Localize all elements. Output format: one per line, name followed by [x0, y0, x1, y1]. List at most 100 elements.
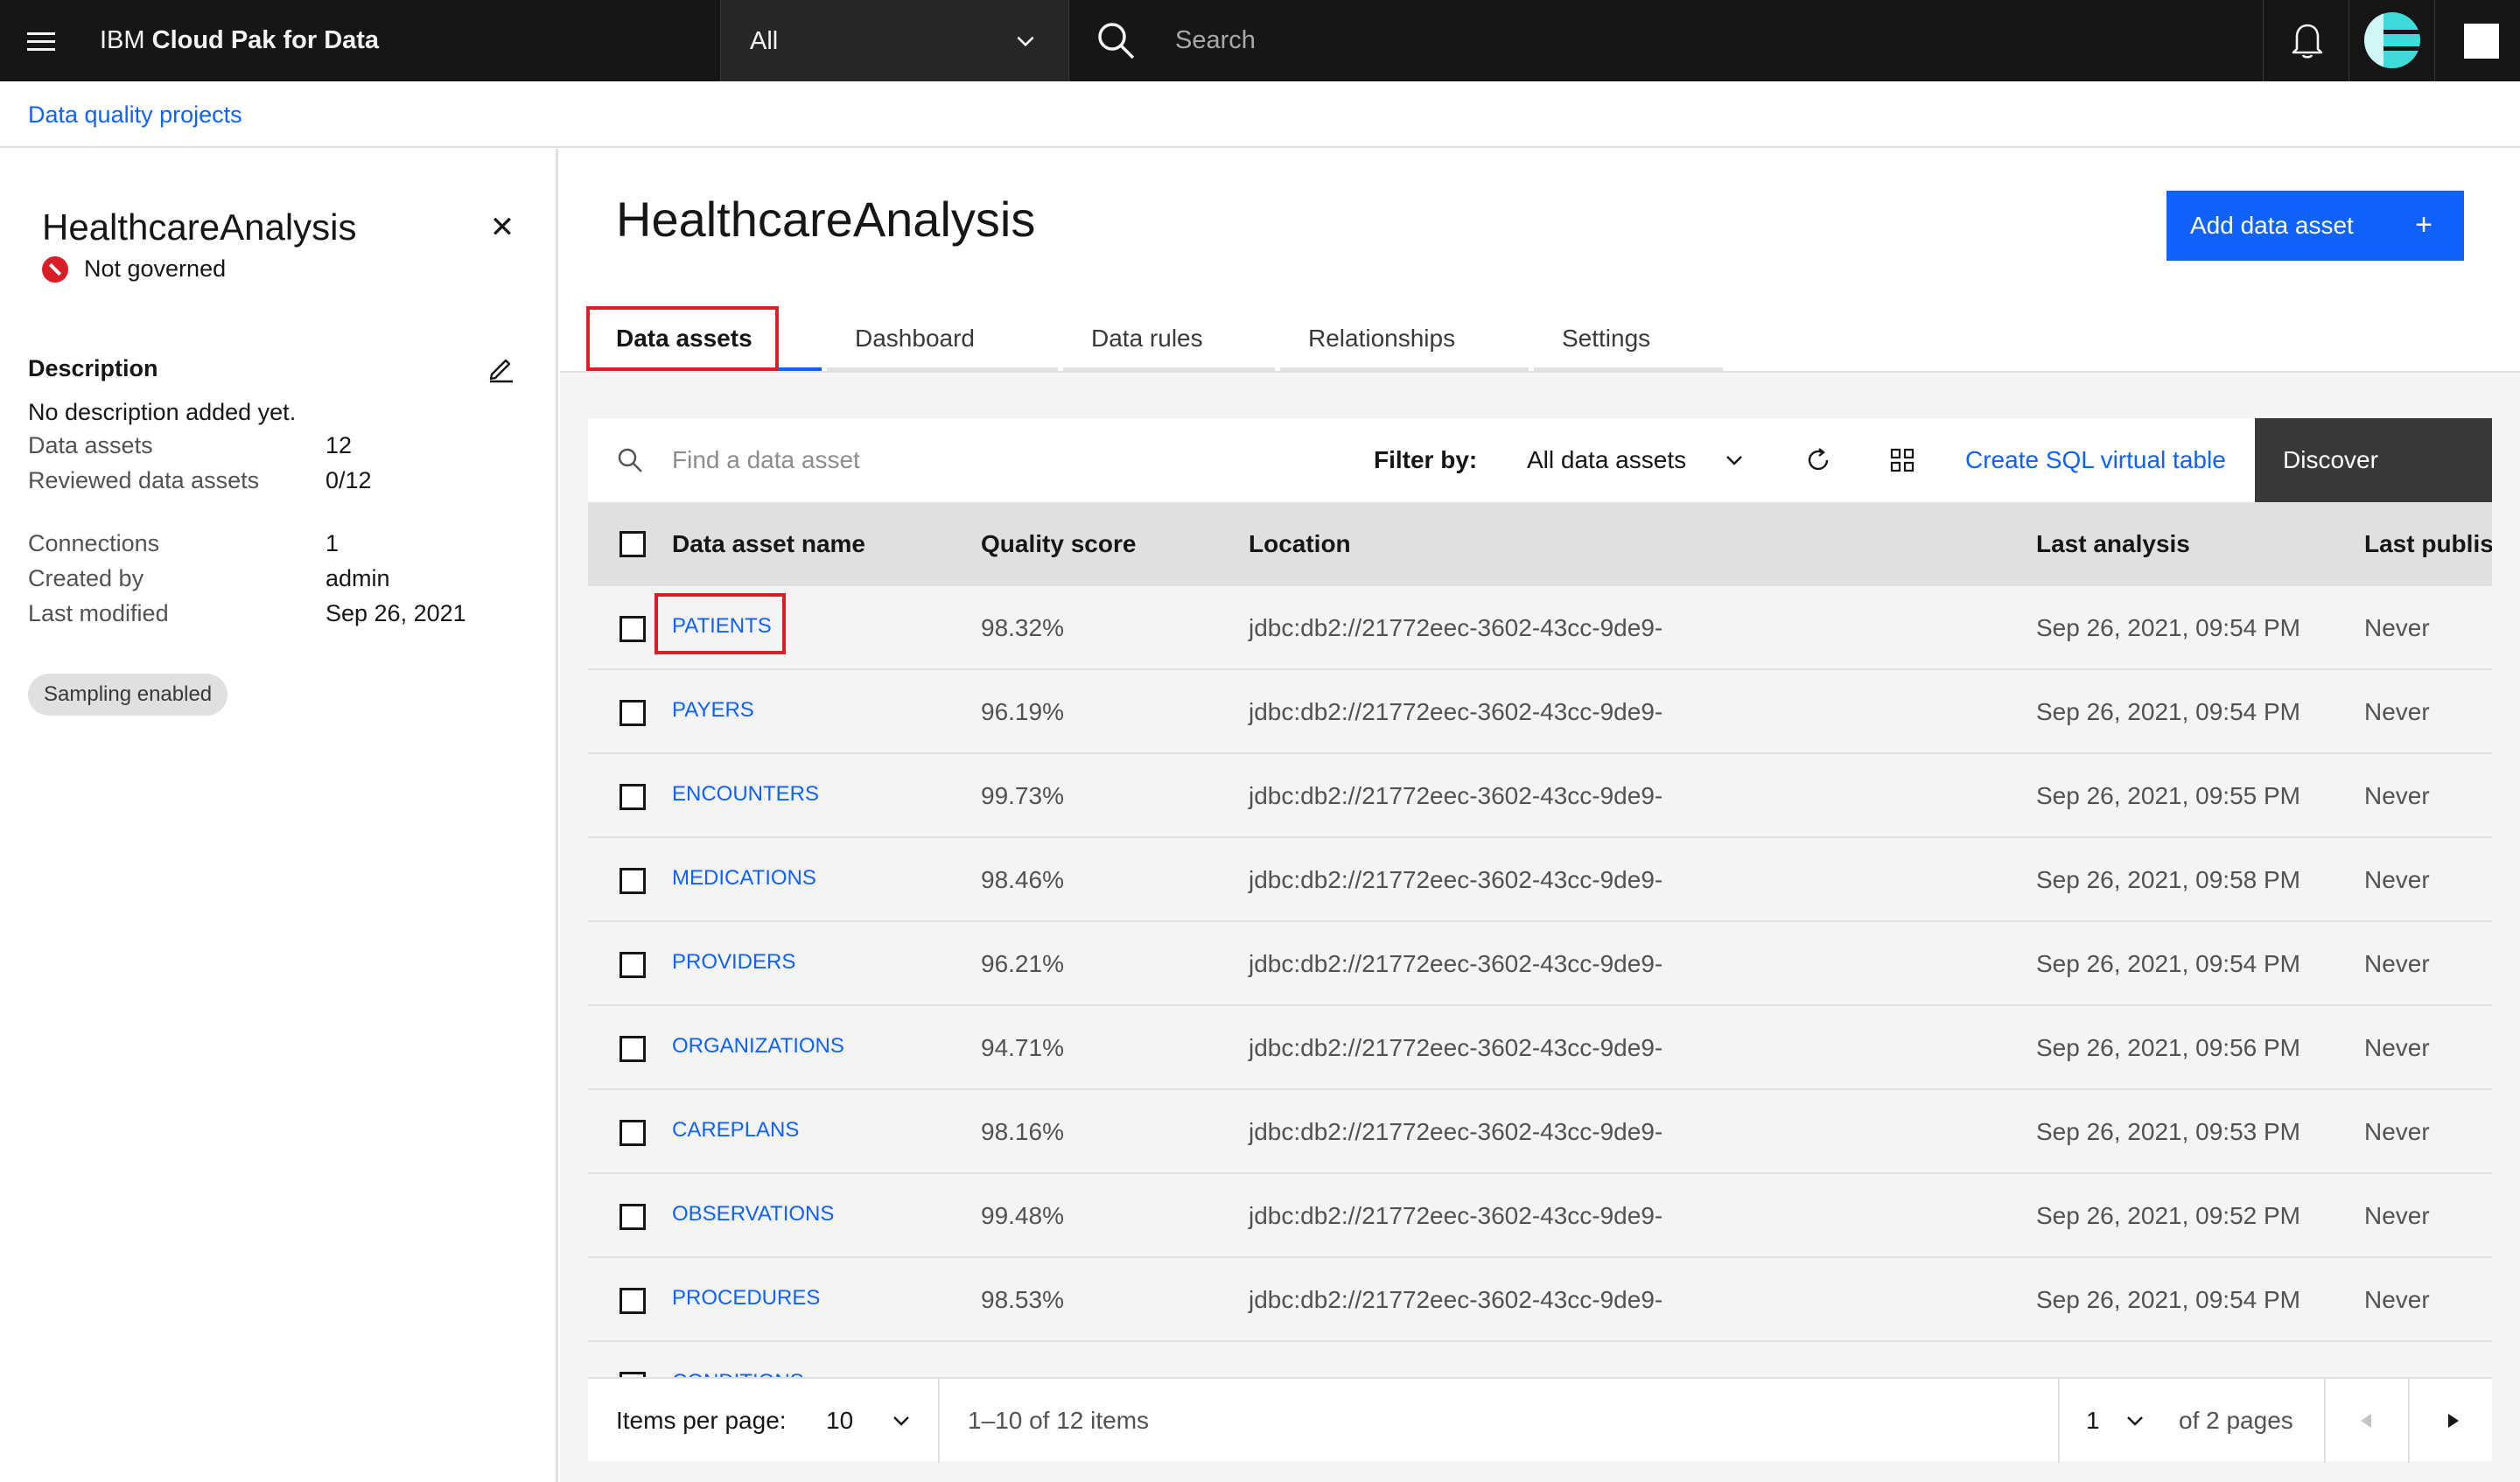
table-row[interactable]: CONDITIONS	[588, 1342, 2492, 1377]
last-analysis: Sep 26, 2021, 09:54 PM	[2036, 1286, 2300, 1313]
row-checkbox[interactable]	[620, 784, 646, 810]
asset-name-link[interactable]: CAREPLANS	[672, 1090, 799, 1171]
tab-settings[interactable]: Settings	[1534, 306, 1723, 371]
app-switcher-button[interactable]	[2434, 0, 2520, 81]
asset-name-link[interactable]: CONDITIONS	[672, 1342, 804, 1377]
column-header-location[interactable]: Location	[1249, 502, 1351, 586]
global-search[interactable]: Search	[1068, 0, 2267, 81]
last-published: Never	[2364, 866, 2430, 893]
product-brand[interactable]: IBM Cloud Pak for Data	[100, 0, 379, 81]
scope-dropdown[interactable]: All	[720, 0, 1068, 81]
last-analysis: Sep 26, 2021, 09:54 PM	[2036, 698, 2300, 725]
asset-name-link[interactable]: PAYERS	[672, 670, 754, 751]
previous-page-button[interactable]	[2324, 1379, 2408, 1463]
find-data-asset-input[interactable]: Find a data asset	[672, 418, 860, 502]
table-row[interactable]: PROCEDURES 98.53% jdbc:db2://21772eec-3602…	[588, 1258, 2492, 1342]
refresh-icon[interactable]	[1804, 446, 1832, 474]
brand-prefix: IBM	[100, 26, 152, 54]
notifications-button[interactable]	[2263, 0, 2348, 81]
grid-view-icon[interactable]	[1888, 446, 1916, 474]
last-published: Never	[2364, 1034, 2430, 1061]
app-switcher-icon	[2464, 24, 2499, 59]
close-icon[interactable]: ✕	[486, 212, 518, 243]
row-checkbox[interactable]	[620, 952, 646, 978]
select-all-checkbox[interactable]	[620, 531, 646, 557]
meta-connections: Connections 1	[28, 530, 518, 557]
row-checkbox[interactable]	[620, 1288, 646, 1314]
chevron-down-icon[interactable]	[891, 1410, 912, 1431]
table-row[interactable]: ENCOUNTERS 99.73% jdbc:db2://21772eec-3602…	[588, 754, 2492, 838]
table-row[interactable]: OBSERVATIONS 99.48% jdbc:db2://21772eec-36…	[588, 1174, 2492, 1258]
divider	[2058, 1379, 2060, 1463]
not-governed-icon	[42, 255, 68, 283]
quality-score: 98.32%	[981, 614, 1064, 641]
asset-name-link[interactable]: ENCOUNTERS	[672, 754, 819, 835]
last-analysis: Sep 26, 2021, 09:58 PM	[2036, 866, 2300, 893]
last-analysis: Sep 26, 2021, 09:52 PM	[2036, 1202, 2300, 1229]
chevron-down-icon[interactable]	[1724, 450, 1745, 471]
row-checkbox[interactable]	[620, 868, 646, 894]
location: jdbc:db2://21772eec-3602-43cc-9de9-	[1249, 1034, 1663, 1061]
add-data-asset-button[interactable]: Add data asset +	[2166, 191, 2464, 261]
location: jdbc:db2://21772eec-3602-43cc-9de9-	[1249, 614, 1663, 641]
quality-score: 96.21%	[981, 950, 1064, 977]
location: jdbc:db2://21772eec-3602-43cc-9de9-	[1249, 782, 1663, 809]
scope-value: All	[750, 27, 779, 55]
table-row[interactable]: MEDICATIONS 98.46% jdbc:db2://21772eec-360…	[588, 838, 2492, 922]
tab-data-rules[interactable]: Data rules	[1063, 306, 1275, 371]
row-checkbox[interactable]	[620, 1036, 646, 1062]
row-checkbox[interactable]	[620, 1204, 646, 1230]
quality-score: 96.19%	[981, 698, 1064, 725]
quality-score: 94.71%	[981, 1034, 1064, 1061]
edit-pencil-icon[interactable]	[486, 353, 516, 383]
quality-score: 99.73%	[981, 782, 1064, 809]
column-header-name[interactable]: Data asset name	[672, 502, 865, 586]
tab-label: Data rules	[1091, 325, 1203, 352]
filter-by-label: Filter by:	[1374, 446, 1478, 473]
table-row[interactable]: PATIENTS 98.32% jdbc:db2://21772eec-3602-4…	[588, 586, 2492, 670]
asset-name-link[interactable]: MEDICATIONS	[672, 838, 816, 919]
tab-dashboard[interactable]: Dashboard	[827, 306, 1058, 371]
table-header: Data asset name Quality score Location L…	[588, 502, 2492, 586]
location: jdbc:db2://21772eec-3602-43cc-9de9-	[1249, 1118, 1663, 1145]
last-analysis: Sep 26, 2021, 09:55 PM	[2036, 782, 2300, 809]
next-page-button[interactable]	[2408, 1379, 2492, 1463]
table-row[interactable]: ORGANIZATIONS 94.71% jdbc:db2://21772eec-3…	[588, 1006, 2492, 1090]
table-row[interactable]: PAYERS 96.19% jdbc:db2://21772eec-3602-43c…	[588, 670, 2492, 754]
meta-value: 12	[326, 432, 353, 458]
location: jdbc:db2://21772eec-3602-43cc-9de9-	[1249, 866, 1663, 893]
user-avatar-button[interactable]	[2348, 0, 2434, 81]
bell-icon	[2292, 24, 2323, 59]
asset-name-link[interactable]: ORGANIZATIONS	[672, 1006, 844, 1087]
asset-name-link[interactable]: PROCEDURES	[672, 1258, 820, 1339]
column-header-last-analysis[interactable]: Last analysis	[2036, 502, 2190, 586]
discover-button[interactable]: Discover	[2255, 418, 2492, 502]
location: jdbc:db2://21772eec-3602-43cc-9de9-	[1249, 1202, 1663, 1229]
last-published: Never	[2364, 1118, 2430, 1145]
hamburger-menu-icon[interactable]	[12, 12, 70, 70]
add-data-asset-label: Add data asset	[2190, 212, 2354, 239]
last-published: Never	[2364, 698, 2430, 725]
tab-label: Relationships	[1308, 325, 1456, 352]
breadcrumb-link-data-quality-projects[interactable]: Data quality projects	[28, 81, 242, 148]
items-per-page-select[interactable]: 10	[826, 1379, 853, 1463]
table-row[interactable]: PROVIDERS 96.21% jdbc:db2://21772eec-3602-…	[588, 922, 2492, 1006]
meta-label: Connections	[28, 530, 160, 556]
page-select[interactable]: 1	[2086, 1379, 2100, 1463]
table-row[interactable]: CAREPLANS 98.16% jdbc:db2://21772eec-3602-…	[588, 1090, 2492, 1174]
chevron-down-icon[interactable]	[2124, 1410, 2146, 1431]
caret-right-icon	[2448, 1414, 2459, 1428]
row-checkbox[interactable]	[620, 1120, 646, 1146]
last-analysis: Sep 26, 2021, 09:56 PM	[2036, 1034, 2300, 1061]
filter-dropdown[interactable]: All data assets	[1527, 418, 1686, 502]
tab-relationships[interactable]: Relationships	[1280, 306, 1529, 371]
asset-name-link[interactable]: PROVIDERS	[672, 922, 795, 1003]
description-heading: Description	[28, 355, 158, 381]
row-checkbox[interactable]	[620, 700, 646, 726]
asset-name-link[interactable]: OBSERVATIONS	[672, 1174, 834, 1255]
create-sql-virtual-table-link[interactable]: Create SQL virtual table	[1965, 418, 2226, 502]
column-header-last-published[interactable]: Last publisl	[2364, 502, 2492, 586]
governance-status: Not governed	[42, 255, 226, 283]
row-checkbox[interactable]	[620, 616, 646, 642]
column-header-quality-score[interactable]: Quality score	[981, 502, 1136, 586]
